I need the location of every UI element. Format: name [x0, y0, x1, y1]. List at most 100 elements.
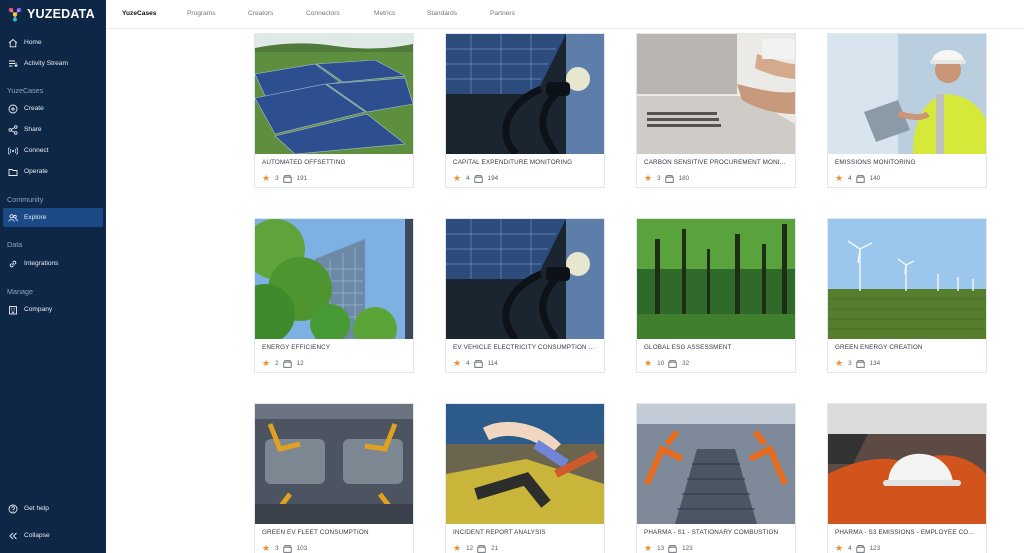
- card-image[interactable]: [446, 219, 604, 339]
- card-title[interactable]: INCIDENT REPORT ANALYSIS: [453, 529, 599, 536]
- card-rating: 3: [275, 545, 279, 552]
- card-title[interactable]: CARBON SENSITIVE PROCUREMENT MONI...: [644, 159, 790, 166]
- sidebar-item-home[interactable]: Home: [3, 33, 103, 52]
- card-count: 103: [296, 545, 308, 552]
- card-title[interactable]: EMISSIONS MONITORING: [835, 159, 981, 166]
- card-title[interactable]: ENERGY EFFICIENCY: [262, 344, 408, 351]
- card-image[interactable]: [255, 34, 413, 154]
- card-meta: ★ 12 21: [453, 544, 498, 553]
- card-rating: 4: [466, 360, 470, 367]
- sidebar-item-connect[interactable]: Connect: [3, 141, 103, 160]
- yuzecase-card[interactable]: GREEN EV FLEET CONSUMPTION ★ 3 103: [254, 403, 414, 553]
- card-meta: ★ 4 114: [453, 359, 498, 368]
- card-image[interactable]: [828, 404, 986, 524]
- card-image[interactable]: [255, 219, 413, 339]
- card-image[interactable]: [828, 34, 986, 154]
- sidebar-item-label: Share: [24, 126, 42, 133]
- yuzecase-card[interactable]: EMISSIONS MONITORING ★ 4 140: [827, 33, 987, 188]
- sidebar-item-integrations[interactable]: Integrations: [3, 254, 103, 273]
- card-count: 123: [869, 545, 881, 552]
- hard-hat-car-image: [828, 404, 986, 524]
- card-title[interactable]: PHARMA - S3 EMISSIONS - EMPLOYEE CO...: [835, 529, 981, 536]
- plus-circle-icon: [8, 104, 18, 113]
- card-rating: 10: [657, 360, 665, 367]
- sidebar-item-label: Create: [24, 105, 44, 112]
- yuzecase-card[interactable]: GREEN ENERGY CREATION ★ 3 134: [827, 218, 987, 373]
- card-meta: ★ 4 123: [835, 544, 880, 553]
- card-image[interactable]: [255, 404, 413, 524]
- yuzedata-logo-icon: [8, 7, 22, 22]
- yuzecase-card[interactable]: PHARMA - S3 EMISSIONS - EMPLOYEE CO... ★…: [827, 403, 987, 553]
- yuzecase-card[interactable]: CARBON SENSITIVE PROCUREMENT MONI... ★ 3…: [636, 33, 796, 188]
- sidebar-item-collapse[interactable]: Collapse: [3, 526, 103, 545]
- card-rating: 3: [275, 175, 279, 182]
- card-title[interactable]: GLOBAL ESG ASSESSMENT: [644, 344, 790, 351]
- help-icon: [8, 504, 18, 513]
- package-icon: [477, 544, 486, 553]
- sidebar-item-share[interactable]: Share: [3, 120, 103, 139]
- link-icon: [9, 260, 17, 267]
- card-count: 194: [487, 175, 499, 182]
- card-rating: 4: [848, 175, 852, 182]
- tab-connectors[interactable]: Connectors: [306, 10, 340, 17]
- tab-partners[interactable]: Partners: [490, 10, 515, 17]
- section-title-yuzecases: YuzeCases: [7, 86, 44, 95]
- yuzecase-card[interactable]: CAPITAL EXPENDITURE MONITORING ★ 4 194: [445, 33, 605, 188]
- forest-image: [637, 219, 795, 339]
- logo[interactable]: YUZEDATA: [0, 0, 106, 28]
- card-image[interactable]: [446, 404, 604, 524]
- package-icon: [282, 174, 292, 183]
- card-image[interactable]: [828, 219, 986, 339]
- package-icon: [473, 359, 483, 368]
- tab-metrics[interactable]: Metrics: [374, 10, 395, 17]
- card-image[interactable]: [637, 34, 795, 154]
- tab-standards[interactable]: Standards: [427, 10, 457, 17]
- laptop-desk-image: [637, 34, 795, 154]
- yuzecase-card[interactable]: EV VEHICLE ELECTRICITY CONSUMPTION ... ★…: [445, 218, 605, 373]
- sidebar-item-label: Home: [24, 39, 42, 46]
- card-meta: ★ 3 134: [835, 359, 880, 368]
- card-image[interactable]: [637, 404, 795, 524]
- sidebar-item-activity-stream[interactable]: Activity Stream: [3, 54, 103, 73]
- card-image[interactable]: [446, 34, 604, 154]
- solar-panels-field-image: [255, 34, 413, 154]
- brand-name: YUZEDATA: [27, 7, 95, 21]
- sidebar-item-company[interactable]: Company: [3, 300, 103, 319]
- card-count: 180: [678, 175, 690, 182]
- package-icon: [668, 544, 677, 553]
- card-count: 32: [682, 360, 690, 367]
- package-icon: [855, 174, 865, 183]
- yuzecase-card[interactable]: ENERGY EFFICIENCY ★ 2 12: [254, 218, 414, 373]
- card-rating: 4: [466, 175, 470, 182]
- sidebar-item-operate[interactable]: Operate: [3, 162, 103, 181]
- tab-yuzecases[interactable]: YuzeCases: [122, 10, 156, 17]
- tab-creators[interactable]: Creators: [248, 10, 273, 17]
- tab-programs[interactable]: Programs: [187, 10, 216, 17]
- yuzecase-card[interactable]: GLOBAL ESG ASSESSMENT ★ 10 32: [636, 218, 796, 373]
- package-icon: [282, 544, 292, 553]
- assembly-line-image: [637, 404, 795, 524]
- card-meta: ★ 10 32: [644, 359, 689, 368]
- card-image[interactable]: [637, 219, 795, 339]
- card-title[interactable]: GREEN EV FLEET CONSUMPTION: [262, 529, 408, 536]
- sidebar-item-explore[interactable]: Explore: [3, 208, 103, 227]
- sidebar-item-create[interactable]: Create: [3, 99, 103, 118]
- activity-stream-icon: [9, 60, 18, 67]
- card-title[interactable]: PHARMA - S1 - STATIONARY COMBUSTION: [644, 529, 790, 536]
- star-icon: ★: [644, 358, 653, 368]
- yuzecase-card[interactable]: AUTOMATED OFFSETTING ★ 3 191: [254, 33, 414, 188]
- yuzecase-card[interactable]: INCIDENT REPORT ANALYSIS ★ 12 21: [445, 403, 605, 553]
- card-title[interactable]: AUTOMATED OFFSETTING: [262, 159, 408, 166]
- home-icon: [8, 38, 18, 47]
- card-title[interactable]: EV VEHICLE ELECTRICITY CONSUMPTION ...: [453, 344, 599, 351]
- card-rating: 4: [848, 545, 852, 552]
- card-rating: 13: [657, 545, 665, 552]
- card-count: 21: [491, 545, 499, 552]
- card-rating: 2: [275, 360, 279, 367]
- sidebar-item-label: Explore: [24, 214, 47, 221]
- yuzecase-card[interactable]: PHARMA - S1 - STATIONARY COMBUSTION ★ 13…: [636, 403, 796, 553]
- star-icon: ★: [644, 173, 653, 183]
- sidebar-item-get-help[interactable]: Get help: [3, 499, 103, 518]
- card-title[interactable]: CAPITAL EXPENDITURE MONITORING: [453, 159, 599, 166]
- card-title[interactable]: GREEN ENERGY CREATION: [835, 344, 981, 351]
